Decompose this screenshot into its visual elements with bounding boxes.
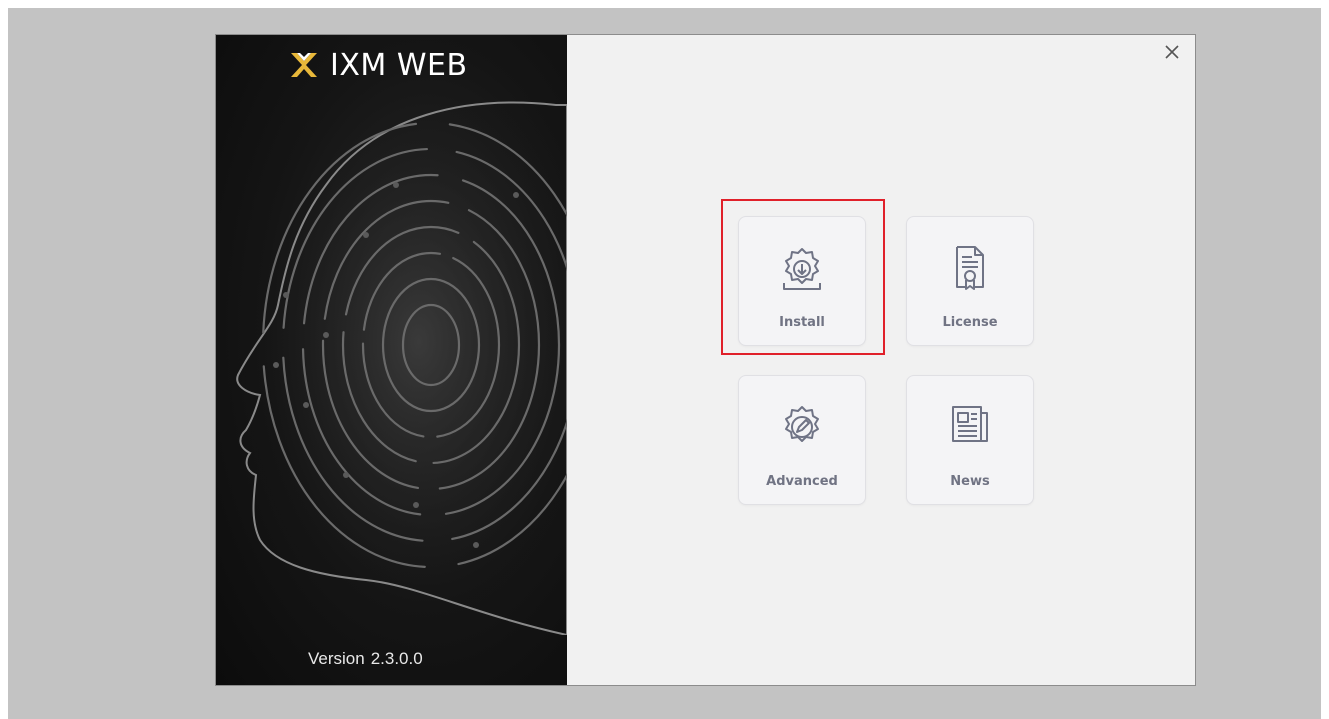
certificate-icon <box>956 246 984 290</box>
gear-download-icon <box>783 248 821 290</box>
newspaper-icon <box>952 406 988 442</box>
installer-window: IXM WEB Version 2.3.0.0 Install License … <box>215 34 1196 686</box>
close-button[interactable] <box>1159 39 1185 65</box>
app-name: IXM WEB <box>330 47 468 83</box>
license-button[interactable]: License <box>906 216 1034 346</box>
branding-panel: IXM WEB Version 2.3.0.0 <box>216 35 567 685</box>
advanced-label: Advanced <box>766 474 838 489</box>
face-fingerprint-illustration <box>236 101 567 635</box>
version-label: Version <box>308 649 365 668</box>
gear-pencil-icon <box>785 406 819 442</box>
advanced-button[interactable]: Advanced <box>738 375 866 505</box>
install-label: Install <box>779 315 825 330</box>
version-number: 2.3.0.0 <box>370 649 423 668</box>
news-label: News <box>950 474 990 489</box>
license-label: License <box>942 315 998 330</box>
ixm-logo-icon <box>291 53 317 77</box>
install-button[interactable]: Install <box>738 216 866 346</box>
close-icon <box>1165 45 1179 59</box>
version-text: Version 2.3.0.0 <box>308 649 423 669</box>
news-button[interactable]: News <box>906 375 1034 505</box>
app-logo: IXM WEB <box>288 47 468 83</box>
